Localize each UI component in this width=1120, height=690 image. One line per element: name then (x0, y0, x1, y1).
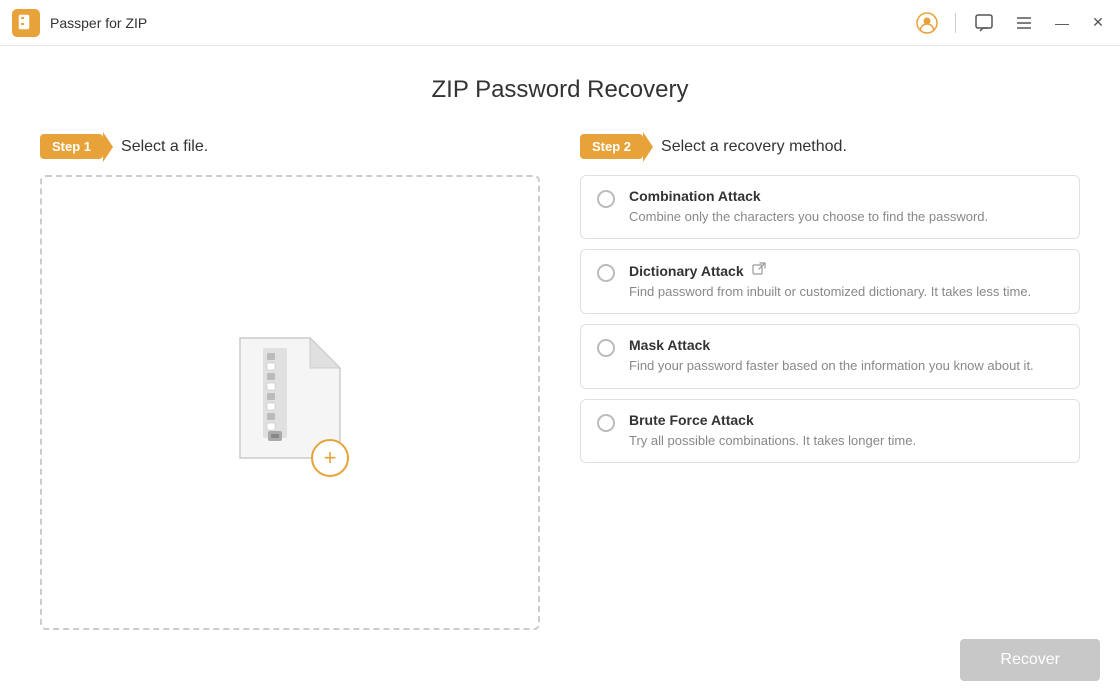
method-bruteforce[interactable]: Brute Force Attack Try all possible comb… (580, 399, 1080, 463)
radio-bruteforce[interactable] (597, 414, 615, 432)
method-combination-title: Combination Attack (629, 188, 1063, 204)
page-title: ZIP Password Recovery (40, 76, 1080, 104)
method-list: Combination Attack Combine only the char… (580, 175, 1080, 630)
radio-dictionary[interactable] (597, 264, 615, 282)
method-mask-title: Mask Attack (629, 337, 1063, 353)
step2-label: Select a recovery method. (661, 138, 847, 156)
minimize-button[interactable]: — (1052, 13, 1072, 33)
method-mask-info: Mask Attack Find your password faster ba… (629, 337, 1063, 375)
menu-icon-button[interactable] (1012, 11, 1036, 35)
method-combination-desc: Combine only the characters you choose t… (629, 208, 1063, 226)
user-icon-button[interactable] (915, 11, 939, 35)
step1-label: Select a file. (121, 138, 208, 156)
method-mask-desc: Find your password faster based on the i… (629, 357, 1063, 375)
external-link-icon (752, 262, 766, 279)
method-mask[interactable]: Mask Attack Find your password faster ba… (580, 324, 1080, 388)
add-file-icon[interactable]: + (311, 439, 349, 477)
method-combination-info: Combination Attack Combine only the char… (629, 188, 1063, 226)
main-content: ZIP Password Recovery Step 1 Select a fi… (0, 46, 1120, 630)
method-bruteforce-desc: Try all possible combinations. It takes … (629, 432, 1063, 450)
app-title: Passper for ZIP (50, 15, 915, 31)
method-dictionary-desc: Find password from inbuilt or customized… (629, 283, 1063, 301)
titlebar: Passper for ZIP — (0, 0, 1120, 46)
method-bruteforce-title: Brute Force Attack (629, 412, 1063, 428)
bottom-bar: Recover (0, 630, 1120, 690)
method-dictionary[interactable]: Dictionary Attack Find password from inb… (580, 249, 1080, 314)
radio-combination[interactable] (597, 190, 615, 208)
file-dropzone[interactable]: + (40, 175, 540, 630)
method-combination[interactable]: Combination Attack Combine only the char… (580, 175, 1080, 239)
close-button[interactable]: ✕ (1088, 13, 1108, 33)
window-controls: — ✕ (915, 11, 1108, 35)
method-dictionary-title: Dictionary Attack (629, 262, 1063, 279)
step2-panel: Step 2 Select a recovery method. Combina… (580, 134, 1080, 630)
step2-badge: Step 2 (580, 134, 643, 159)
titlebar-separator (955, 13, 956, 33)
chat-icon-button[interactable] (972, 11, 996, 35)
radio-mask[interactable] (597, 339, 615, 357)
step2-header: Step 2 Select a recovery method. (580, 134, 1080, 159)
steps-container: Step 1 Select a file. (40, 134, 1080, 630)
step1-badge: Step 1 (40, 134, 103, 159)
zip-icon-container: + (235, 333, 345, 473)
recover-button[interactable]: Recover (960, 639, 1100, 681)
step1-header: Step 1 Select a file. (40, 134, 540, 159)
app-icon (12, 9, 40, 37)
step1-panel: Step 1 Select a file. (40, 134, 540, 630)
method-bruteforce-info: Brute Force Attack Try all possible comb… (629, 412, 1063, 450)
method-dictionary-info: Dictionary Attack Find password from inb… (629, 262, 1063, 301)
